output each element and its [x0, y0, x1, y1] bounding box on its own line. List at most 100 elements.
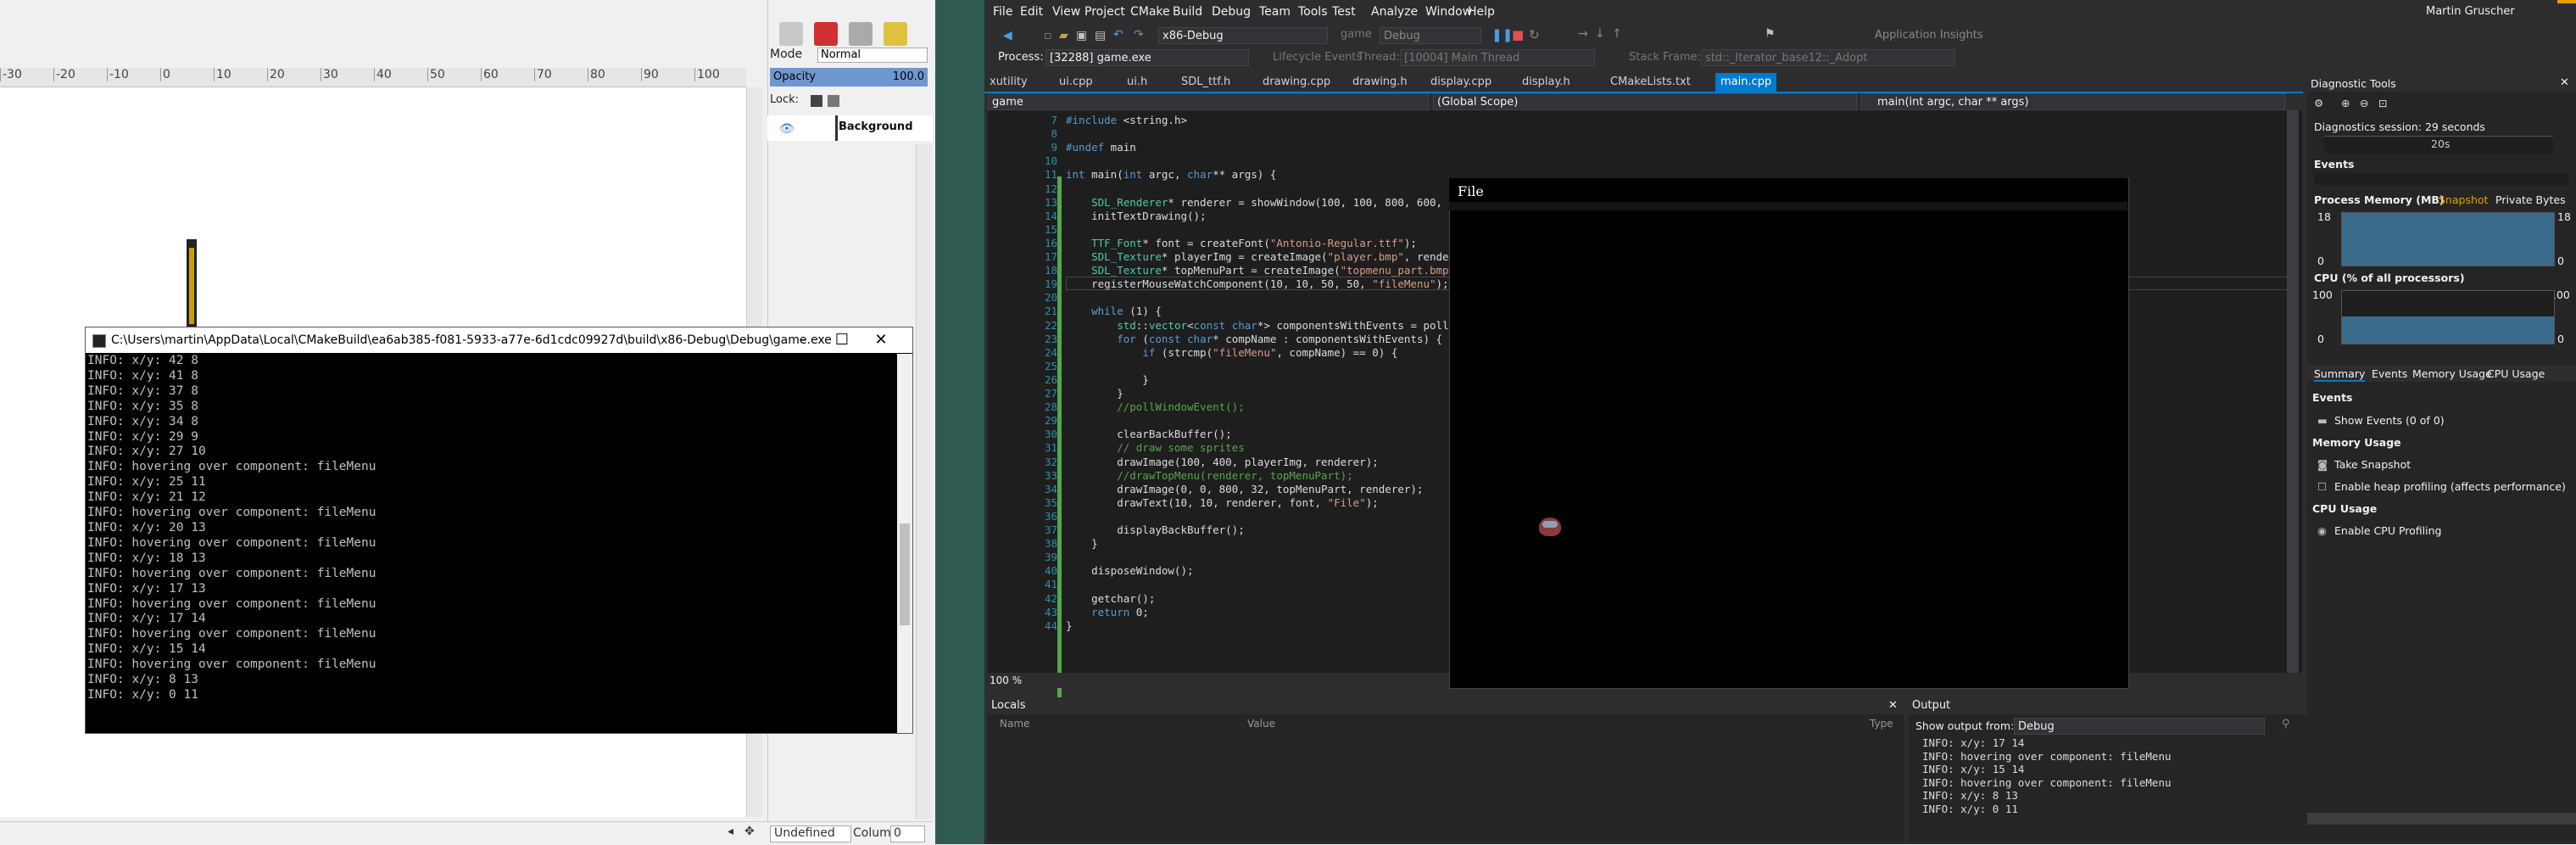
code-line[interactable]: #undef main [1066, 141, 1136, 154]
minimize-button[interactable]: – [783, 327, 822, 353]
code-line[interactable]: TTF_Font* font = createFont("Antonio-Reg… [1066, 237, 1417, 249]
code-line[interactable]: // draw some sprites [1066, 441, 1245, 454]
code-line[interactable]: for (const char* compName : componentsWi… [1066, 333, 1442, 345]
app-insights-button[interactable]: Application Insights [1875, 29, 1983, 42]
locals-close-icon[interactable]: ✕ [1888, 699, 1898, 712]
cpu-graph[interactable] [2341, 290, 2555, 344]
scope-dropdown[interactable]: (Global Scope) [1433, 93, 1857, 110]
console-titlebar[interactable]: C:\Users\martin\AppData\Local\CMakeBuild… [86, 327, 912, 353]
new-file-icon[interactable]: ▫ [1044, 29, 1052, 42]
undo-icon[interactable]: ↶ [1113, 28, 1124, 42]
console-window[interactable]: C:\Users\martin\AppData\Local\CMakeBuild… [85, 327, 913, 734]
menu-project[interactable]: Project [1084, 5, 1125, 19]
open-folder-icon[interactable]: ▰ [1059, 29, 1068, 42]
reset-zoom-icon[interactable]: ⊡ [2378, 97, 2387, 109]
mode-select[interactable]: Normal [817, 48, 928, 63]
memory-graph[interactable] [2341, 212, 2555, 266]
find-message-icon[interactable]: ⚲ [2282, 718, 2290, 730]
code-line[interactable]: drawImage(100, 400, playerImg, renderer)… [1066, 456, 1379, 468]
step-into-icon[interactable]: ↓ [1595, 27, 1605, 41]
tab-memory-usage[interactable]: Memory Usage [2412, 367, 2492, 380]
menu-build[interactable]: Build [1173, 5, 1202, 19]
tab-drawing-h[interactable]: drawing.h [1352, 73, 1408, 92]
locals-col-type[interactable]: Type [1870, 718, 1893, 730]
show-events-link[interactable]: Show Events (0 of 0) [2334, 414, 2445, 427]
file-menu-text[interactable]: File [1458, 183, 1484, 199]
lifecycle-events-button[interactable]: Lifecycle Events [1273, 51, 1362, 64]
layers-icon[interactable] [779, 22, 803, 46]
process-dropdown[interactable]: [32288] game.exe [1045, 49, 1249, 66]
save-icon[interactable]: ▣ [1076, 29, 1087, 42]
function-dropdown[interactable]: main(int argc, char ** args) [1861, 93, 2285, 110]
tab-main-cpp[interactable]: main.cpp [1715, 73, 1777, 92]
code-line[interactable]: } [1066, 387, 1124, 400]
locals-col-value[interactable]: Value [1247, 718, 1275, 730]
layer-row[interactable]: 👁 Background [767, 115, 933, 141]
take-snapshot-button[interactable]: Take Snapshot [2334, 458, 2411, 471]
tab-ui-cpp[interactable]: ui.cpp [1059, 73, 1093, 92]
code-line[interactable]: } [1066, 619, 1073, 632]
tab-display-cpp[interactable]: display.cpp [1430, 73, 1492, 92]
code-line[interactable]: return 0; [1066, 606, 1149, 618]
tab-display-h[interactable]: display.h [1522, 73, 1570, 92]
menu-tools[interactable]: Tools [1298, 5, 1328, 19]
paths-icon[interactable] [849, 22, 873, 46]
code-line[interactable]: while (1) { [1066, 305, 1162, 317]
tab-cmakelists-txt[interactable]: CMakeLists.txt [1610, 73, 1691, 92]
step-over-icon[interactable]: → [1578, 27, 1588, 41]
tab-sdl-ttf-h[interactable]: SDL_ttf.h [1181, 73, 1230, 92]
code-line[interactable]: SDL_Texture* playerImg = createImage("pl… [1066, 250, 1480, 263]
menu-analyze[interactable]: Analyze [1371, 5, 1418, 19]
arrow-left-icon[interactable]: ◂ [728, 825, 733, 838]
navigate-icon[interactable]: ✥ [744, 825, 755, 838]
checkbox-icon[interactable]: ☐ [2317, 480, 2327, 493]
menu-window[interactable]: Window [1425, 5, 1472, 19]
code-line[interactable]: if (strcmp("fileMenu", compName) == 0) { [1066, 346, 1397, 359]
cpu-profiling-button[interactable]: Enable CPU Profiling [2334, 524, 2441, 537]
undo-history-icon[interactable] [884, 22, 907, 46]
diag-hscroll[interactable] [2307, 813, 2576, 825]
lock-alpha-icon[interactable] [828, 95, 839, 107]
code-line[interactable]: drawImage(0, 0, 800, 32, topMenuPart, re… [1066, 483, 1423, 495]
maximize-button[interactable]: ☐ [822, 327, 861, 353]
menu-cmake[interactable]: CMake [1130, 5, 1170, 19]
save-all-icon[interactable]: ▤ [1095, 29, 1106, 42]
process-memory-header[interactable]: Process Memory (MB) [2314, 193, 2445, 206]
code-line[interactable]: //pollWindowEvent(); [1066, 400, 1245, 413]
menu-debug[interactable]: Debug [1212, 5, 1251, 19]
code-line[interactable]: SDL_Renderer* renderer = showWindow(100,… [1066, 196, 1493, 209]
bookmark-icon[interactable]: ⚑ [1765, 27, 1776, 41]
code-line[interactable]: drawText(10, 10, renderer, font, "File")… [1066, 496, 1379, 509]
restart-icon[interactable]: ↻ [1529, 27, 1540, 42]
project-dropdown[interactable]: game [988, 93, 1429, 110]
channels-icon[interactable] [814, 22, 838, 46]
configuration-dropdown[interactable]: x86-Debug [1158, 27, 1328, 44]
menu-help[interactable]: Help [1468, 5, 1495, 19]
stop-icon[interactable]: ■ [1512, 27, 1524, 42]
heap-profiling-toggle[interactable]: Enable heap profiling (affects performan… [2334, 480, 2566, 493]
output-source-dropdown[interactable]: Debug [2014, 718, 2265, 735]
code-line[interactable]: initTextDrawing(); [1066, 210, 1206, 222]
locals-col-name[interactable]: Name [1000, 718, 1029, 730]
tab-xutility[interactable]: xutility [990, 73, 1028, 92]
code-line[interactable]: } [1066, 373, 1149, 386]
code-line[interactable]: int main(int argc, char** args) { [1066, 168, 1276, 181]
panel-scrollbar[interactable] [916, 144, 932, 819]
cpu-header[interactable]: CPU (% of all processors) [2314, 271, 2465, 284]
menu-edit[interactable]: Edit [1020, 5, 1043, 19]
lock-pixels-icon[interactable] [811, 95, 822, 107]
menu-test[interactable]: Test [1332, 5, 1356, 19]
eye-icon[interactable]: 👁 [779, 122, 795, 136]
editor-scrollbar[interactable] [2287, 110, 2299, 673]
code-line[interactable]: } [1066, 537, 1098, 550]
menu-team[interactable]: Team [1259, 5, 1291, 19]
code-line[interactable]: #include <string.h> [1066, 114, 1187, 126]
debug-mode-dropdown[interactable]: Debug [1380, 27, 1481, 44]
user-name[interactable]: Martin Gruscher [2426, 5, 2515, 18]
tab-ui-h[interactable]: ui.h [1127, 73, 1147, 92]
code-line[interactable]: clearBackBuffer(); [1066, 428, 1231, 440]
tab-drawing-cpp[interactable]: drawing.cpp [1263, 73, 1330, 92]
zoom-out-icon[interactable]: ⊖ [2360, 97, 2368, 109]
opacity-slider[interactable]: Opacity 100.0 [770, 68, 928, 87]
console-scrollbar[interactable] [897, 354, 912, 733]
